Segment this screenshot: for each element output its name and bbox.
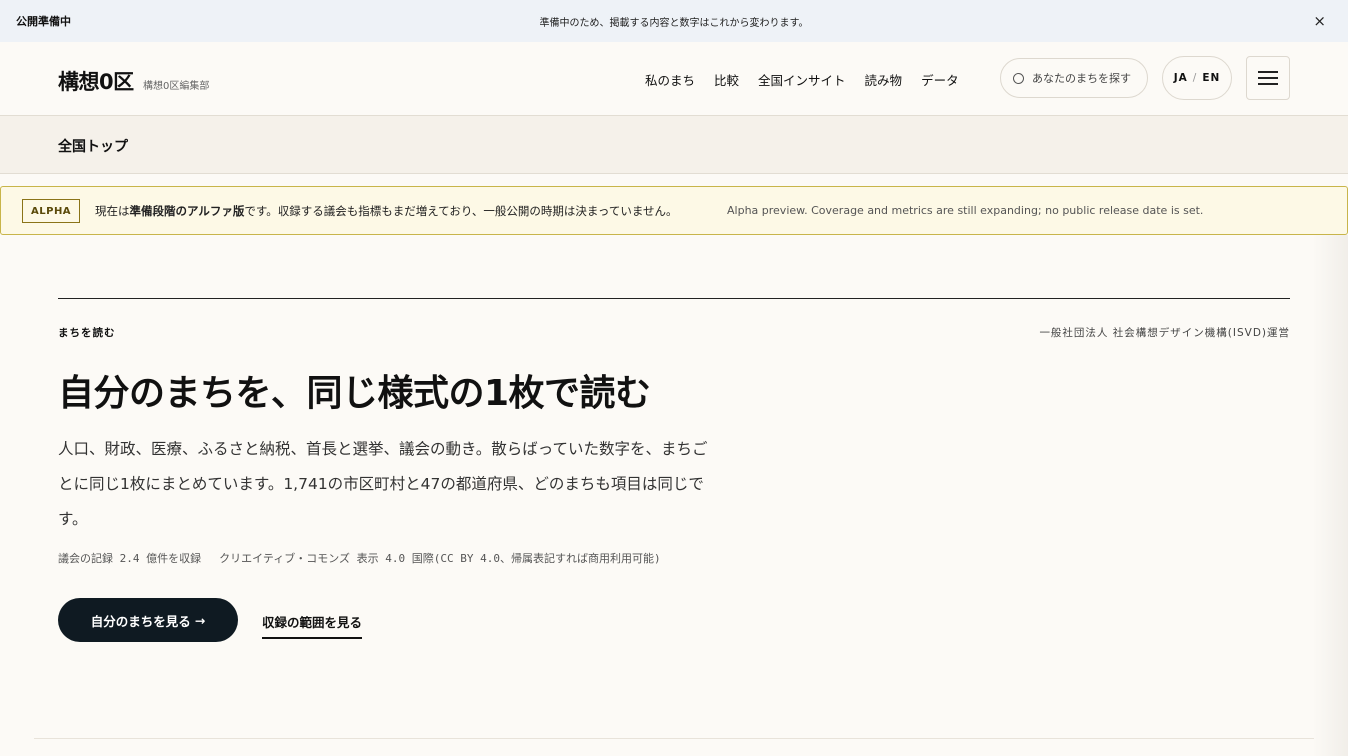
site-header: 構想0区 構想0区編集部 私のまち 比較 全国インサイト 読み物 データ あなた… [0, 42, 1348, 116]
nav-item-articles[interactable]: 読み物 [865, 70, 903, 89]
town-search-placeholder: あなたのまちを探す [1032, 72, 1131, 85]
alpha-message-pre: 現在は [95, 204, 130, 218]
nav-item-national-insight[interactable]: 全国インサイト [758, 70, 846, 89]
operator-credit: 一般社団法人 社会構想デザイン機構(ISVD)運営 [1039, 327, 1290, 339]
page-title: 自分のまちを、同じ様式の1枚で読む [58, 373, 651, 414]
close-icon[interactable]: × [1313, 12, 1326, 30]
menu-icon [1258, 71, 1278, 73]
section-divider-bottom [34, 738, 1314, 739]
breadcrumb-current: 全国トップ [58, 139, 128, 155]
nav-item-my-town[interactable]: 私のまち [645, 70, 695, 89]
alpha-message-ja: 現在は準備段階のアルファ版です。収録する議会も指標もまだ増えており、一般公開の時… [95, 203, 677, 219]
alpha-badge: ALPHA [22, 199, 81, 223]
scroll-shadow [1312, 235, 1348, 756]
hero-lead: 人口、財政、医療、ふるさと納税、首長と選挙、議会の動き。散らばっていた数字を、ま… [58, 440, 708, 528]
cta-label: 自分のまちを見る [90, 613, 191, 629]
town-search-button[interactable]: あなたのまちを探す [1000, 58, 1148, 98]
view-my-town-button[interactable]: 自分のまちを見る → [58, 598, 238, 642]
alpha-message-bold: 準備段階のアルファ版 [129, 204, 245, 218]
site-logo[interactable]: 構想0区 [58, 66, 134, 96]
alpha-message-post: です。収録する議会も指標もまだ増えており、一般公開の時期は決まっていません。 [244, 204, 678, 218]
menu-icon [1258, 83, 1278, 85]
hamburger-menu-button[interactable] [1246, 56, 1290, 100]
meta-records: 議会の記録 2.4 億件を収録 [58, 552, 202, 565]
main-nav: 私のまち 比較 全国インサイト 読み物 データ [645, 70, 959, 89]
arrow-right-icon: → [194, 612, 206, 628]
notice-message: 準備中のため、掲載する内容と数字はこれから変わります。 [539, 17, 809, 29]
notice-bar: 公開準備中 準備中のため、掲載する内容と数字はこれから変わります。 × [0, 0, 1348, 42]
language-switch[interactable]: JA / EN [1162, 56, 1232, 100]
hero-meta: 議会の記録 2.4 億件を収録 クリエイティブ・コモンズ 表示 4.0 国際(CC… [58, 550, 661, 566]
section-divider [58, 298, 1290, 299]
lang-separator: / [1192, 72, 1198, 84]
nav-item-compare[interactable]: 比較 [714, 70, 739, 89]
meta-license[interactable]: クリエイティブ・コモンズ 表示 4.0 国際(CC BY 4.0、帰属表記すれば… [219, 552, 660, 565]
alpha-message-en: Alpha preview. Coverage and metrics are … [727, 204, 1204, 217]
hero-eyebrow: まちを読む [58, 327, 116, 339]
search-icon [1013, 72, 1024, 84]
lang-en[interactable]: EN [1202, 72, 1220, 84]
breadcrumb: 全国トップ [0, 116, 1348, 174]
lang-ja[interactable]: JA [1174, 72, 1188, 84]
alpha-banner: ALPHA 現在は準備段階のアルファ版です。収録する議会も指標もまだ増えており、… [0, 186, 1348, 235]
menu-icon [1258, 77, 1278, 79]
nav-item-data[interactable]: データ [921, 70, 959, 89]
site-logo-subtitle: 構想0区編集部 [143, 81, 210, 92]
view-coverage-link[interactable]: 収録の範囲を見る [262, 612, 363, 639]
